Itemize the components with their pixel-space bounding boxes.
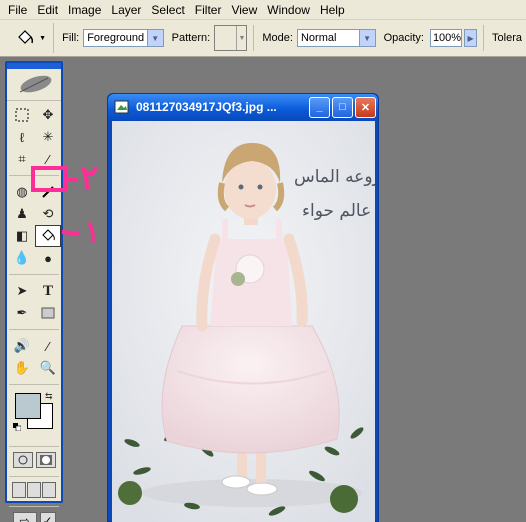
hand-tool-icon[interactable]: ✋ xyxy=(9,357,35,379)
close-icon[interactable]: ✕ xyxy=(355,96,376,118)
divider xyxy=(9,441,59,447)
divider xyxy=(253,25,255,51)
standard-mode-icon[interactable] xyxy=(12,452,33,468)
color-swatches: ⇆ xyxy=(9,389,59,437)
pattern-label: Pattern: xyxy=(171,32,211,44)
screen-mode-row xyxy=(7,479,61,501)
menu-bar: File Edit Image Layer Select Filter View… xyxy=(0,0,526,20)
fill-value: Foreground xyxy=(87,32,145,44)
jump-to-imageready-icon[interactable]: ⇨ xyxy=(12,512,37,522)
toolbox: ✥ ℓ ✳ ⌗ ⁄ ◍ ♟ ⟲ ◧ 💧 ● ➤ T ✒ 🔊 ⁄ ✋ 🔍 ⇆ ⇨ … xyxy=(5,61,63,522)
chevron-down-icon: ▼ xyxy=(236,26,246,50)
paint-bucket-icon xyxy=(18,30,34,44)
divider xyxy=(9,269,59,275)
blur-tool-icon[interactable]: 💧 xyxy=(9,247,35,269)
type-tool-icon[interactable]: T xyxy=(35,280,61,302)
opacity-label: Opacity: xyxy=(383,32,424,44)
shape-tool-icon[interactable] xyxy=(35,302,61,324)
quick-mask-mode-icon[interactable] xyxy=(35,452,56,468)
menu-edit[interactable]: Edit xyxy=(32,0,63,20)
options-bar: ▼ Fill: Foreground ▼ Pattern: ▼ Mode: No… xyxy=(0,20,526,57)
chevron-right-icon[interactable]: ▶ xyxy=(464,29,478,47)
menu-window[interactable]: Window xyxy=(262,0,315,20)
tools-group-vector: ➤ T ✒ xyxy=(7,277,61,324)
full-screen-icon[interactable] xyxy=(42,482,57,498)
image-canvas[interactable]: روعه الماس عالم حواء xyxy=(112,121,375,522)
jump-row: ⇨ ✓ xyxy=(7,509,61,522)
zoom-tool-icon[interactable]: 🔍 xyxy=(35,357,61,379)
chevron-down-icon: ▼ xyxy=(358,30,375,46)
chevron-down-icon: ▼ xyxy=(39,34,47,42)
divider xyxy=(9,471,59,477)
dodge-tool-icon[interactable]: ● xyxy=(35,247,61,269)
mode-label: Mode: xyxy=(262,32,293,44)
notes-tool-icon[interactable]: 🔊 xyxy=(9,335,35,357)
opacity-field[interactable]: 100% xyxy=(429,29,463,47)
move-tool-icon[interactable]: ✥ xyxy=(35,104,61,126)
mode-value: Normal xyxy=(300,32,337,44)
edit-mode-row xyxy=(7,449,61,471)
minimize-icon[interactable]: _ xyxy=(309,96,330,118)
chevron-down-icon: ▼ xyxy=(146,30,163,46)
document-window: 081127034917JQf3.jpg ... _ □ ✕ روعه الما… xyxy=(107,93,379,522)
marquee-tool-icon[interactable] xyxy=(9,104,35,126)
feather-icon xyxy=(19,75,52,92)
fill-label: Fill: xyxy=(62,32,80,44)
annotation-label-one: ١ xyxy=(84,216,101,249)
magic-wand-icon[interactable]: ✳ xyxy=(35,126,61,148)
full-screen-menu-icon[interactable] xyxy=(26,482,41,498)
divider xyxy=(9,501,59,507)
foreground-color-swatch[interactable] xyxy=(15,393,41,419)
annotation-label-two: ٢ xyxy=(80,159,99,197)
adobe-feather-logo[interactable] xyxy=(7,69,61,101)
swap-colors-icon[interactable]: ⇆ xyxy=(45,391,53,402)
menu-layer[interactable]: Layer xyxy=(106,0,146,20)
tools-group-nav: 🔊 ⁄ ✋ 🔍 xyxy=(7,332,61,379)
maximize-icon[interactable]: □ xyxy=(332,96,353,118)
tolerance-label: Tolera xyxy=(492,32,523,44)
standard-screen-icon[interactable] xyxy=(11,482,26,498)
overlay-text-line-2: عالم حواء xyxy=(302,201,372,221)
menu-image[interactable]: Image xyxy=(63,0,106,20)
menu-view[interactable]: View xyxy=(226,0,262,20)
fill-select[interactable]: Foreground ▼ xyxy=(83,29,164,47)
eyedropper-tool-icon[interactable]: ⁄ xyxy=(35,335,61,357)
menu-file[interactable]: File xyxy=(3,0,32,20)
divider xyxy=(9,324,59,330)
tool-preset-picker[interactable]: ▼ xyxy=(8,23,55,53)
divider xyxy=(483,25,485,51)
mode-select[interactable]: Normal ▼ xyxy=(296,29,376,47)
checkmark-icon[interactable]: ✓ xyxy=(39,512,56,522)
pen-tool-icon[interactable]: ✒ xyxy=(9,302,35,324)
lasso-tool-icon[interactable]: ℓ xyxy=(9,126,35,148)
menu-help[interactable]: Help xyxy=(315,0,350,20)
pattern-picker[interactable]: ▼ xyxy=(214,25,248,51)
path-selection-icon[interactable]: ➤ xyxy=(9,280,35,302)
default-colors-icon[interactable] xyxy=(13,423,21,431)
document-title: 081127034917JQf3.jpg ... xyxy=(136,100,277,114)
document-icon xyxy=(114,100,129,114)
document-titlebar[interactable]: 081127034917JQf3.jpg ... _ □ ✕ xyxy=(108,94,378,120)
menu-filter[interactable]: Filter xyxy=(190,0,227,20)
divider xyxy=(9,379,59,385)
overlay-text-line-1: روعه الماس xyxy=(294,167,375,187)
menu-select[interactable]: Select xyxy=(146,0,189,20)
